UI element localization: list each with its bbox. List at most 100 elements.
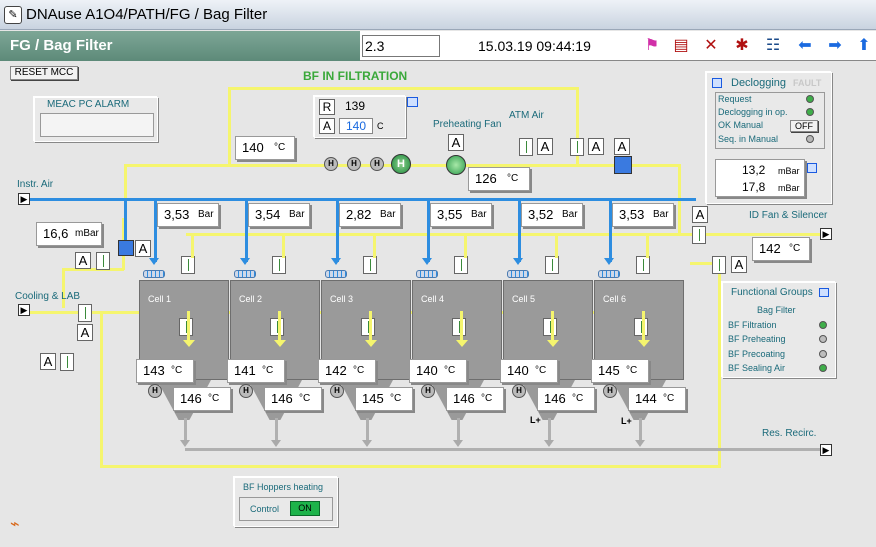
- nozzle-icon: [416, 270, 438, 278]
- cell-pressure-unit: Bar: [562, 209, 578, 220]
- cell-outlet-valve[interactable]: [270, 318, 284, 336]
- flow-arrow-icon: [183, 340, 195, 347]
- hoppers-on-toggle[interactable]: ON: [290, 501, 320, 516]
- cell-top-temp-display: 141 °C: [227, 359, 285, 383]
- bell-off-icon[interactable]: ✕: [701, 37, 721, 55]
- valve-mode-a[interactable]: A: [731, 256, 747, 273]
- discharge-arrow-icon: [635, 440, 645, 447]
- zoom-input[interactable]: 2.3: [362, 35, 440, 57]
- header-bar: FG / Bag Filter 2.3 15.03.19 09:44:19 ⚑ …: [0, 31, 876, 61]
- valve[interactable]: [570, 138, 584, 156]
- idfan-arrow-icon[interactable]: ▶: [820, 228, 832, 240]
- pipe: [555, 236, 558, 258]
- cell-bottom-temp: 146: [453, 391, 475, 406]
- functional-groups-panel: Functional Groups Bag Filter BF Filtrati…: [722, 282, 836, 378]
- damper-icon[interactable]: [614, 156, 632, 174]
- reset-mcc-button[interactable]: RESET MCC: [10, 66, 78, 80]
- fg-item-preheating[interactable]: BF Preheating: [728, 334, 786, 344]
- alarm-panel-title: MEAC PC ALARM: [47, 99, 130, 110]
- valve[interactable]: [60, 353, 74, 371]
- fault-indicator: FAULT: [793, 78, 822, 88]
- hopper-heater-icon[interactable]: H: [239, 384, 253, 398]
- damper-mode-a[interactable]: A: [135, 240, 151, 257]
- valve-mode-a[interactable]: A: [588, 138, 604, 155]
- hopper-heater-icon[interactable]: H: [603, 384, 617, 398]
- alarm-off-icon[interactable]: ✱: [732, 37, 752, 55]
- atm-air-mode-a[interactable]: A: [537, 138, 553, 155]
- declogging-title: Declogging: [731, 77, 787, 89]
- valve-mode-a[interactable]: A: [77, 324, 93, 341]
- cell-pressure-unit: Bar: [198, 209, 214, 220]
- discharge-arrow-icon: [180, 440, 190, 447]
- cell-pressure-display: 3,54 Bar: [248, 203, 310, 227]
- cell-inlet-valve[interactable]: [181, 256, 195, 274]
- pipe-res-recirc: [185, 448, 821, 451]
- hopper-heater-icon[interactable]: H: [330, 384, 344, 398]
- damper-icon[interactable]: [118, 240, 134, 256]
- level-indicator: L+: [621, 416, 632, 426]
- pipe: [551, 311, 554, 341]
- res-recirc-arrow-icon[interactable]: ▶: [820, 444, 832, 456]
- cooling-arrow-icon[interactable]: ▶: [18, 304, 30, 316]
- hopper-heater-icon[interactable]: H: [512, 384, 526, 398]
- fg-item-sealing-air[interactable]: BF Sealing Air: [728, 363, 785, 373]
- popup-icon[interactable]: [807, 163, 817, 173]
- pipe: [62, 268, 65, 308]
- heater-h-icon: H: [324, 157, 338, 171]
- preheat-temp-unit: °C: [274, 142, 286, 153]
- flow-arrow-icon: [422, 258, 432, 265]
- fg-item-precoating[interactable]: BF Precoating: [728, 349, 785, 359]
- instr-air-arrow-icon[interactable]: ▶: [18, 193, 30, 205]
- flag-icon[interactable]: ⚑: [642, 37, 662, 55]
- cell-inlet-valve[interactable]: [272, 256, 286, 274]
- tree-icon[interactable]: ☷: [763, 37, 783, 55]
- cell-outlet-valve[interactable]: [179, 318, 193, 336]
- cell-bottom-temp-display: 146 °C: [537, 387, 595, 411]
- cell-outlet-valve[interactable]: [543, 318, 557, 336]
- declogging-status-box: Request Declogging in op. OK Manual OFF …: [715, 92, 825, 149]
- title-banner: FG / Bag Filter: [0, 31, 360, 61]
- atm-air-label: ATM Air: [509, 110, 544, 121]
- idfan-valve[interactable]: [692, 226, 706, 244]
- popup-icon[interactable]: [407, 97, 418, 107]
- r-label: R: [319, 99, 335, 115]
- cell-pressure: 3,54: [255, 207, 281, 222]
- fg-filtration-led: [819, 321, 827, 329]
- cell-inlet-valve[interactable]: [636, 256, 650, 274]
- a-value-input[interactable]: 140: [339, 118, 373, 134]
- popup-icon[interactable]: [819, 288, 829, 297]
- cell-top-temp: 141: [234, 363, 256, 378]
- cell-inlet-valve[interactable]: [545, 256, 559, 274]
- valve-mode-a[interactable]: A: [40, 353, 56, 370]
- valve-mode-a[interactable]: A: [75, 252, 91, 269]
- hopper-heater-icon[interactable]: H: [421, 384, 435, 398]
- back-arrow-icon[interactable]: ⬅: [795, 37, 815, 55]
- heater-h-on-icon[interactable]: H: [391, 154, 411, 174]
- fg-item-filtration[interactable]: BF Filtration: [728, 320, 777, 330]
- valve[interactable]: [712, 256, 726, 274]
- valve[interactable]: [78, 304, 92, 322]
- cell-outlet-valve[interactable]: [634, 318, 648, 336]
- cell-temp-unit: °C: [262, 365, 274, 376]
- cell-name: Cell 3: [330, 294, 354, 304]
- forward-arrow-icon[interactable]: ➡: [825, 37, 845, 55]
- cell-outlet-valve[interactable]: [361, 318, 375, 336]
- report-icon[interactable]: ▤: [671, 37, 691, 55]
- fan-mode-a[interactable]: A: [448, 134, 464, 151]
- valve-mode-a[interactable]: A: [614, 138, 630, 155]
- valve[interactable]: [96, 252, 110, 270]
- atm-air-valve[interactable]: [519, 138, 533, 156]
- idfan-mode-a[interactable]: A: [692, 206, 708, 223]
- cell-inlet-valve[interactable]: [363, 256, 377, 274]
- cell-inlet-valve[interactable]: [454, 256, 468, 274]
- fan-icon[interactable]: [446, 155, 466, 175]
- manual-off-button[interactable]: OFF: [790, 120, 818, 132]
- cell-outlet-valve[interactable]: [452, 318, 466, 336]
- idfan-temp-display: 142 °C: [752, 237, 810, 261]
- instr-air-pressure: 16,6: [43, 226, 69, 241]
- hopper-heater-icon[interactable]: H: [148, 384, 162, 398]
- nozzle-icon: [598, 270, 620, 278]
- popup-icon[interactable]: [712, 78, 722, 88]
- cell-pressure-unit: Bar: [289, 209, 305, 220]
- up-arrow-icon[interactable]: ⬆: [854, 37, 874, 55]
